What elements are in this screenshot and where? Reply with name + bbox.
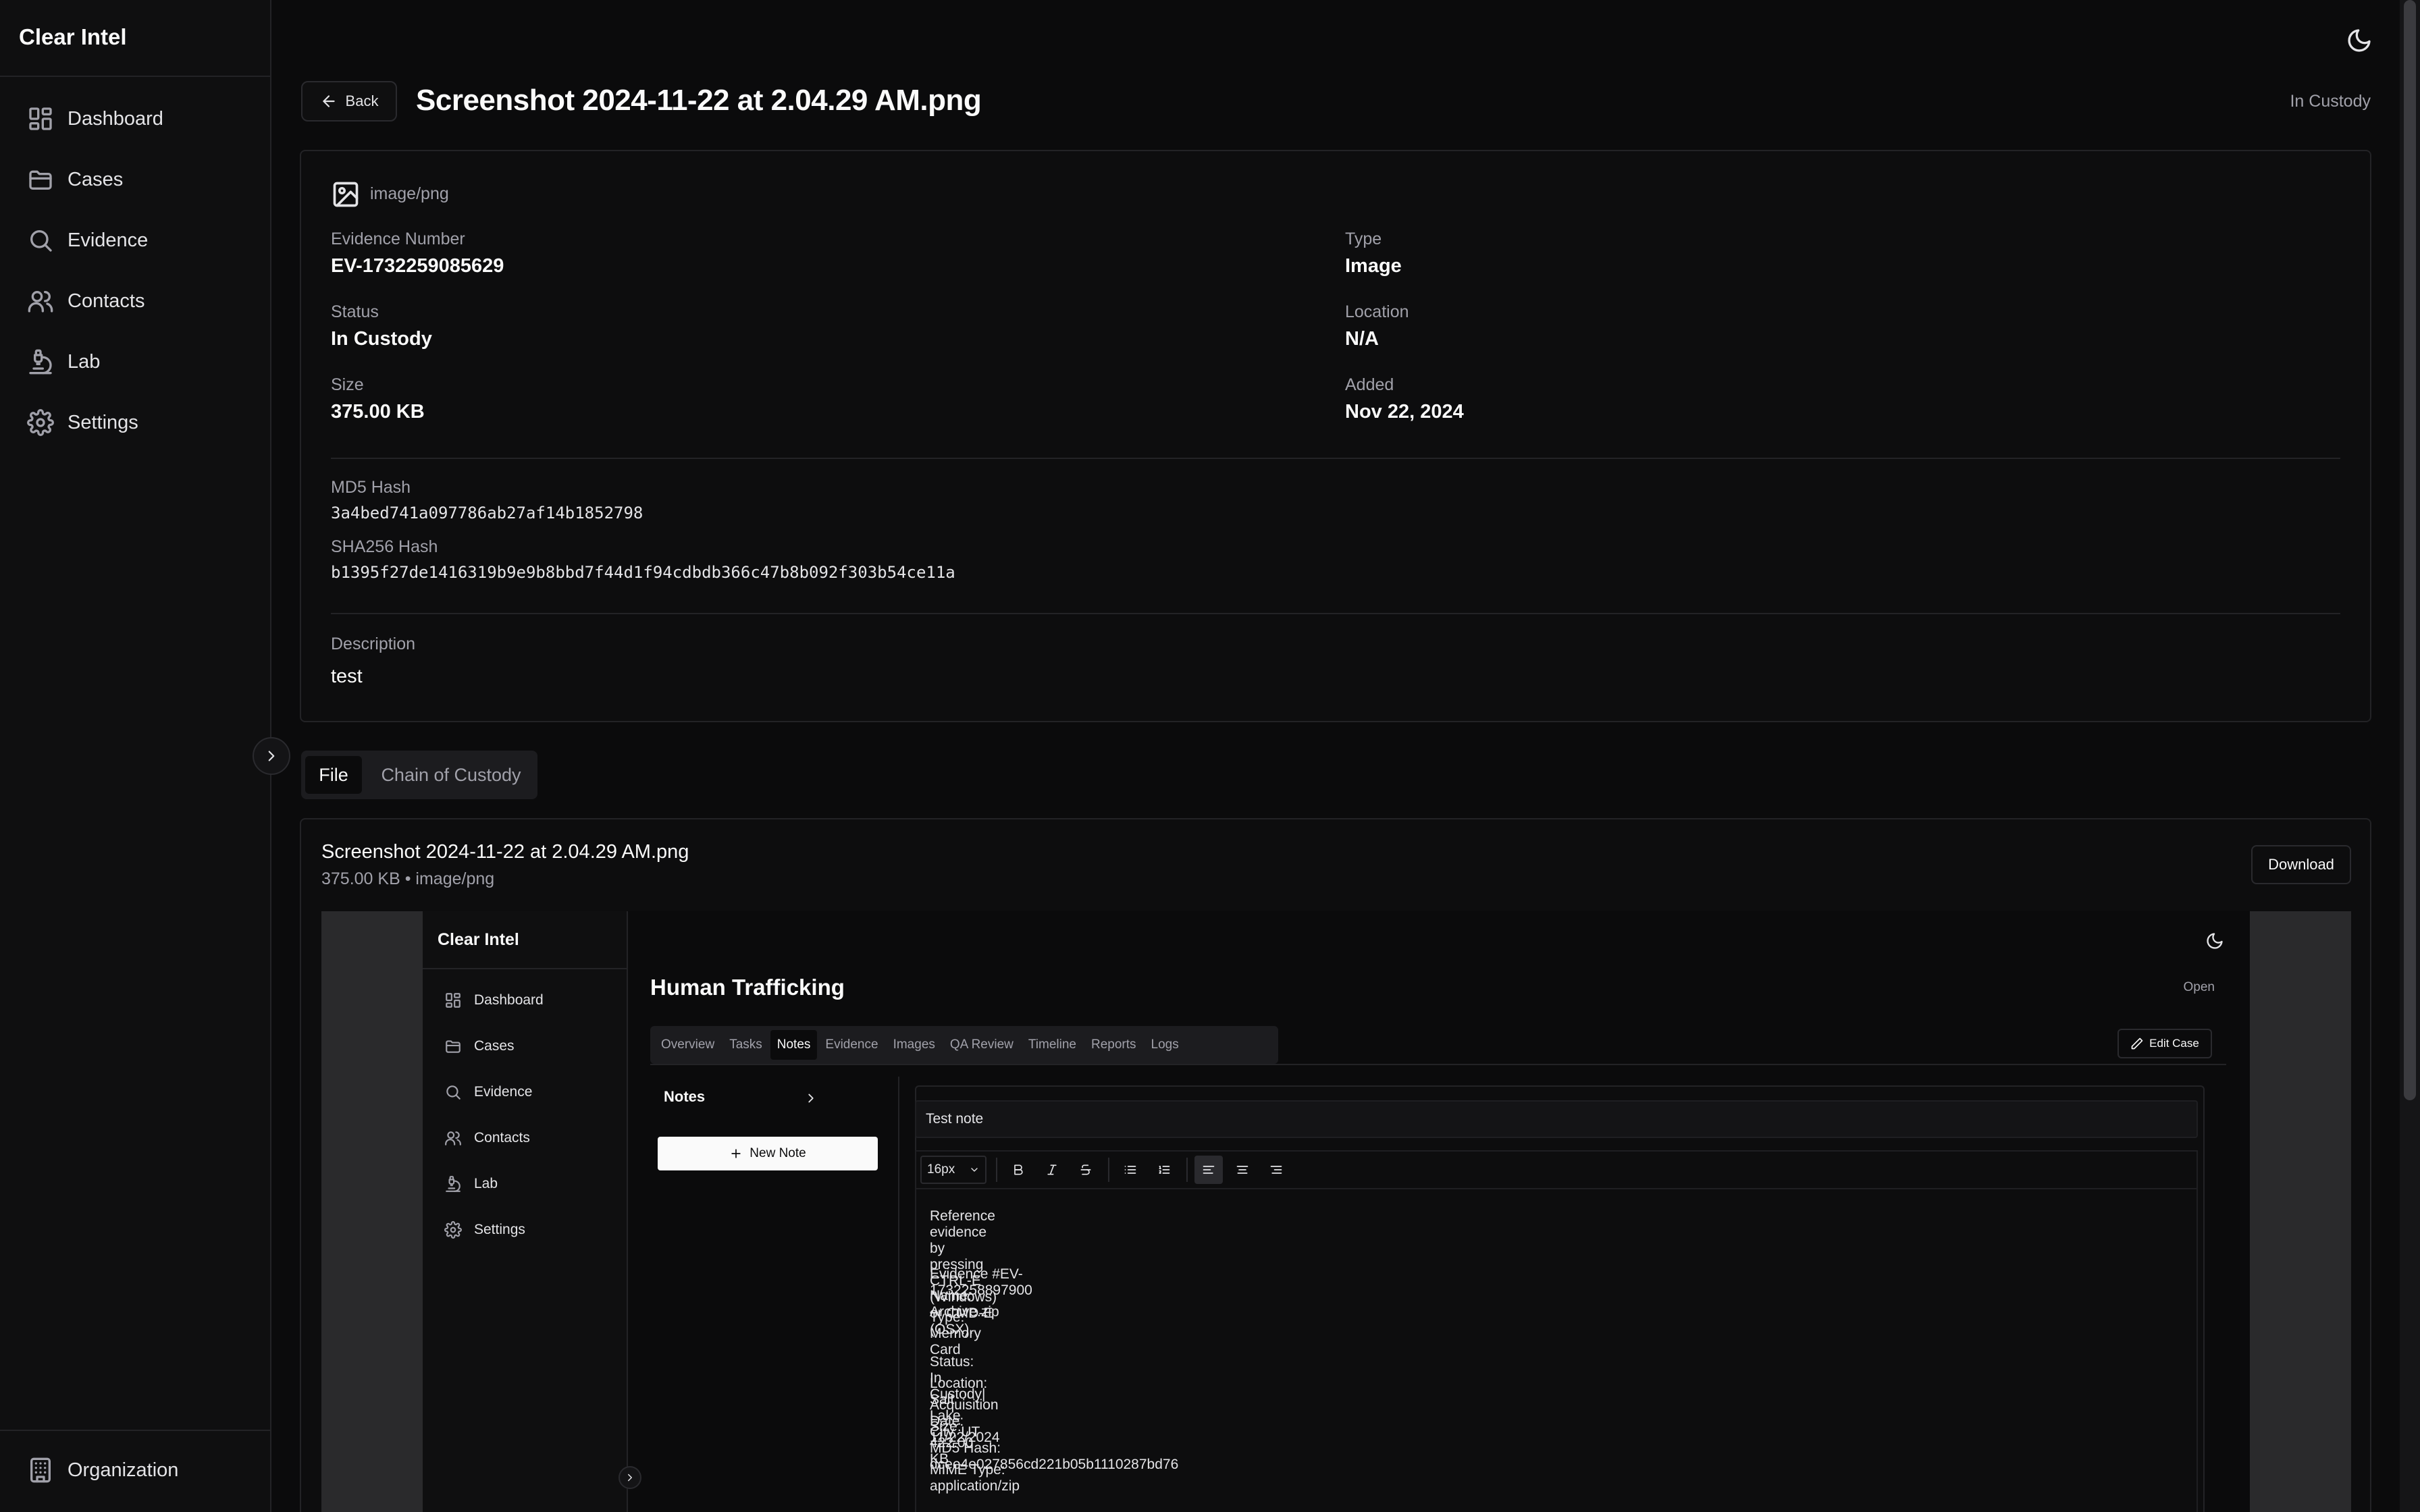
bold-icon xyxy=(1004,1156,1032,1184)
type-label: Type xyxy=(1345,230,1382,248)
preview-editor-layer: Test note 16px Reference evidence by pre… xyxy=(423,911,2250,1512)
sidebar: Clear Intel Dashboard Cases Evidence Con… xyxy=(0,0,271,1512)
file-name: Screenshot 2024-11-22 at 2.04.29 AM.png xyxy=(321,841,689,863)
sidebar-item-contacts[interactable]: Contacts xyxy=(27,281,144,321)
size-value: 375.00 KB xyxy=(331,401,425,423)
tab-file[interactable]: File xyxy=(305,756,362,794)
added-value: Nov 22, 2024 xyxy=(1345,401,1464,423)
search-icon xyxy=(27,227,54,254)
evidence-number-value: EV-1732259085629 xyxy=(331,255,504,277)
divider xyxy=(331,613,2340,614)
sidebar-item-dashboard[interactable]: Dashboard xyxy=(27,99,163,139)
sidebar-item-evidence[interactable]: Evidence xyxy=(27,220,148,261)
status-badge: In Custody xyxy=(2290,92,2371,111)
preview-note-line: MIME Type: application/zip xyxy=(930,1462,1020,1494)
back-label: Back xyxy=(345,92,379,109)
brand-title: Clear Intel xyxy=(19,24,127,49)
gear-icon xyxy=(27,409,54,436)
status-label: Status xyxy=(331,302,379,321)
mime-type: image/png xyxy=(370,184,449,203)
status-value: In Custody xyxy=(331,328,432,350)
type-value: Image xyxy=(1345,255,1402,277)
md5-label: MD5 Hash xyxy=(331,478,411,497)
sidebar-item-lab[interactable]: Lab xyxy=(27,342,100,382)
sidebar-item-label: Organization xyxy=(68,1459,179,1481)
sidebar-item-settings[interactable]: Settings xyxy=(27,402,138,443)
sidebar-item-label: Contacts xyxy=(68,290,145,312)
divider xyxy=(331,458,2340,459)
sidebar-item-label: Settings xyxy=(68,411,138,433)
evidence-number-label: Evidence Number xyxy=(331,230,465,248)
description-label: Description xyxy=(331,634,416,653)
building-icon xyxy=(27,1457,54,1484)
sha256-label: SHA256 Hash xyxy=(331,537,438,556)
numbered-list-icon xyxy=(1150,1156,1178,1184)
align-left-icon xyxy=(1194,1156,1223,1184)
sidebar-item-label: Dashboard xyxy=(68,107,163,130)
folder-icon xyxy=(27,166,54,193)
preview-note-title: Test note xyxy=(915,1100,2198,1138)
download-button[interactable]: Download xyxy=(2251,845,2351,884)
added-label: Added xyxy=(1345,375,1394,394)
page-title: Screenshot 2024-11-22 at 2.04.29 AM.png xyxy=(416,84,982,117)
sidebar-expand-button[interactable] xyxy=(253,737,290,775)
users-icon xyxy=(27,288,54,315)
preview-font-size-value: 16px xyxy=(927,1162,955,1177)
sidebar-item-label: Evidence xyxy=(68,229,149,251)
preview-font-size-select: 16px xyxy=(920,1156,987,1184)
file-meta: 375.00 KB • image/png xyxy=(321,869,495,888)
sidebar-item-label: Lab xyxy=(68,350,101,373)
preview-note-line: Type: Memory Card xyxy=(930,1310,981,1357)
sha256-value: b1395f27de1416319b9e9b8bbd7f44d1f94cdbdb… xyxy=(331,563,955,582)
sidebar-item-organization[interactable]: Organization xyxy=(27,1450,178,1490)
align-center-icon xyxy=(1228,1156,1257,1184)
scrollbar-thumb[interactable] xyxy=(2404,0,2416,1100)
strikethrough-icon xyxy=(1072,1156,1100,1184)
size-label: Size xyxy=(331,375,364,394)
theme-toggle-button[interactable] xyxy=(2346,27,2373,54)
moon-icon xyxy=(2348,29,2371,52)
italic-icon xyxy=(1038,1156,1066,1184)
divider xyxy=(1186,1158,1188,1182)
sidebar-item-cases[interactable]: Cases xyxy=(27,159,123,200)
divider xyxy=(996,1158,997,1182)
dashboard-icon xyxy=(27,105,54,132)
md5-value: 3a4bed741a097786ab27af14b1852798 xyxy=(331,504,643,522)
microscope-icon xyxy=(27,348,54,375)
back-button[interactable]: Back xyxy=(301,81,397,122)
preview-editor-toolbar: 16px xyxy=(915,1150,2198,1188)
chevron-down-icon xyxy=(971,1168,978,1172)
sidebar-item-label: Cases xyxy=(68,168,124,190)
align-right-icon xyxy=(1262,1156,1290,1184)
chevron-right-icon xyxy=(268,751,275,761)
location-value: N/A xyxy=(1345,328,1379,350)
divider xyxy=(1108,1158,1109,1182)
location-label: Location xyxy=(1345,302,1409,321)
divider xyxy=(0,1430,270,1431)
arrow-left-icon xyxy=(320,92,338,110)
tab-chain-of-custody[interactable]: Chain of Custody xyxy=(369,756,533,794)
description-value: test xyxy=(331,666,363,687)
image-icon xyxy=(331,180,361,209)
bullet-list-icon xyxy=(1116,1156,1145,1184)
evidence-details-card xyxy=(300,150,2371,722)
divider xyxy=(0,76,270,77)
